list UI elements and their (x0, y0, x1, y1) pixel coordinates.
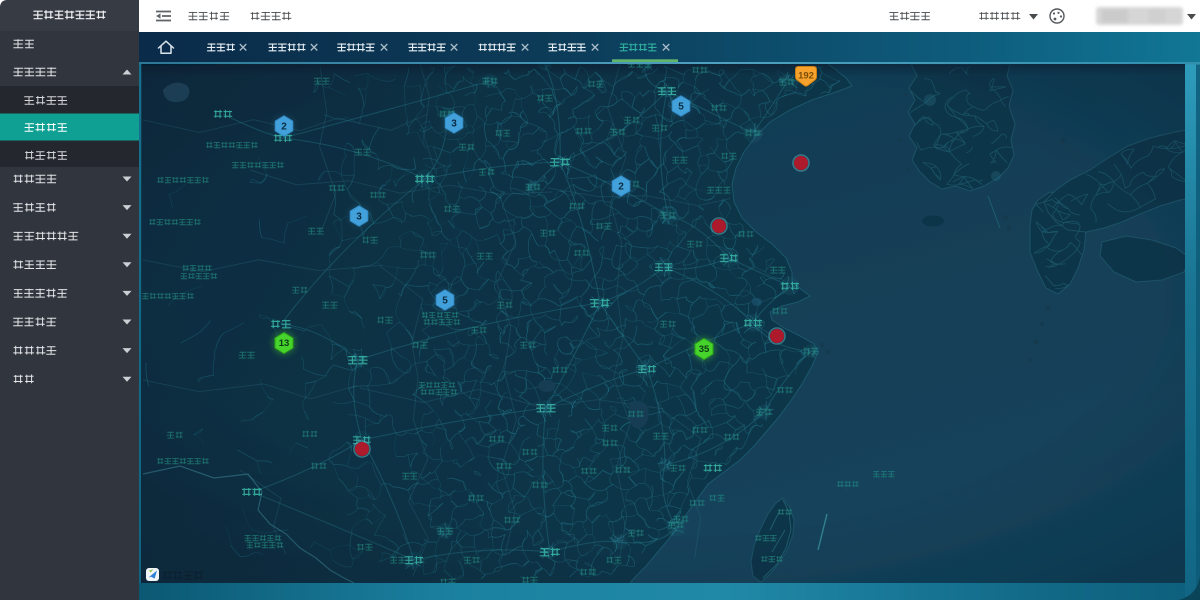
svg-text:2: 2 (281, 122, 287, 133)
svg-text:3: 3 (356, 212, 362, 223)
svg-text:3: 3 (451, 119, 457, 130)
svg-text:5: 5 (678, 102, 684, 113)
svg-text:2: 2 (618, 182, 624, 193)
svg-text:192: 192 (798, 71, 814, 82)
svg-text:5: 5 (442, 296, 448, 307)
svg-text:35: 35 (699, 344, 710, 355)
svg-text:13: 13 (279, 338, 290, 349)
